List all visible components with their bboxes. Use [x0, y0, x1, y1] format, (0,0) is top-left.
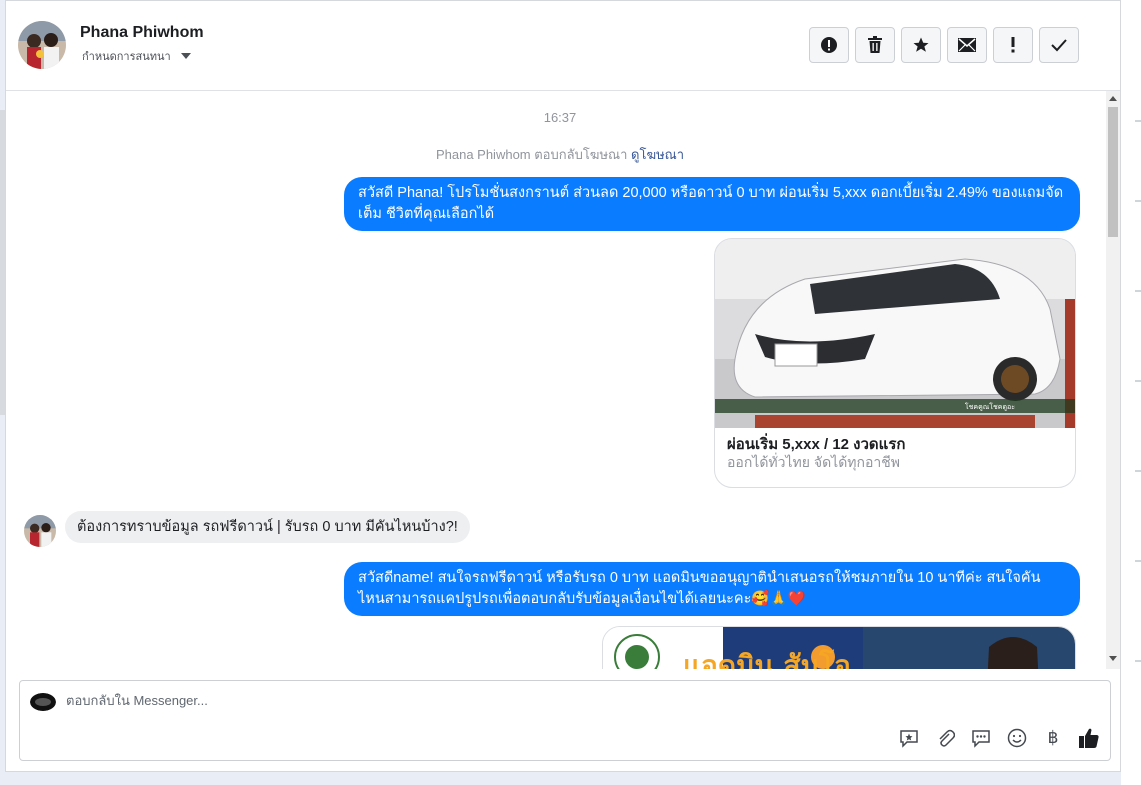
edge-mark: [1135, 120, 1141, 122]
scroll-thumb[interactable]: [1108, 107, 1118, 237]
exclamation-icon: [1011, 37, 1015, 53]
caret-down-icon: [180, 53, 191, 59]
right-edge-strip: [1121, 0, 1141, 785]
contact-name[interactable]: Phana Phiwhom: [80, 24, 204, 42]
mark-unread-button[interactable]: [947, 27, 987, 63]
attach-button[interactable]: [934, 727, 956, 749]
message-thread[interactable]: 16:37 Phana Phiwhom ตอบกลับโฆษณา ดูโฆษณา…: [6, 91, 1120, 669]
reply-input[interactable]: [66, 693, 666, 708]
thumbs-up-icon: [1079, 728, 1099, 748]
edge-mark: [1135, 290, 1141, 292]
ad-reply-note: Phana Phiwhom ตอบกลับโฆษณา ดูโฆษณา: [6, 144, 1114, 165]
message-outgoing-2[interactable]: สวัสดีname! สนใจรถฟรีดาวน์ หรือรับรถ 0 บ…: [344, 562, 1080, 616]
ad-car-image: โชคคูณโชคดูอะ: [715, 239, 1075, 428]
edge-mark: [1135, 660, 1141, 662]
ad-reply-note-text: Phana Phiwhom ตอบกลับโฆษณา: [435, 147, 628, 162]
edge-mark: [1135, 380, 1141, 382]
star-button[interactable]: [901, 27, 941, 63]
delete-button[interactable]: [855, 27, 895, 63]
ad-card-subtitle: ออกได้ทั่วไทย จัดได้ทุกอาชีพ: [727, 454, 901, 470]
ad-banner-text: แอดมิน สัมโอ: [683, 648, 851, 669]
page-avatar: [30, 693, 56, 711]
scroll-down-arrow-icon[interactable]: [1109, 656, 1117, 661]
sticker-reply-icon: [900, 730, 918, 748]
scroll-up-arrow-icon[interactable]: [1109, 96, 1117, 101]
report-icon: [821, 37, 837, 53]
flag-button[interactable]: [993, 27, 1033, 63]
edge-mark: [1135, 200, 1141, 202]
reply-composer: ฿: [19, 680, 1111, 761]
conversation-settings-label: กำหนดการสนทนา: [82, 50, 171, 63]
like-button[interactable]: [1078, 727, 1100, 749]
baht-icon: ฿: [1047, 728, 1059, 748]
ad-banner-image[interactable]: แอดมิน สัมโอ: [602, 626, 1076, 669]
saved-replies-button[interactable]: [970, 727, 992, 749]
thread-scrollbar[interactable]: [1106, 91, 1120, 669]
ad-card[interactable]: โชคคูณโชคดูอะ ผ่อนเริ่ม 5,xxx / 12 งวดแร…: [714, 238, 1076, 488]
edge-mark: [1135, 560, 1141, 562]
view-ad-link[interactable]: ดูโฆษณา: [631, 147, 684, 162]
checkmark-icon: [1051, 39, 1067, 52]
conversation-toolbar: [809, 27, 1079, 63]
saved-reply-icon: [972, 730, 990, 748]
trash-icon: [868, 36, 882, 53]
edge-mark: [1135, 470, 1141, 472]
star-icon: [913, 37, 929, 52]
conversation-panel: Phana Phiwhom กำหนดการสนทนา 16:37 Phana …: [5, 0, 1121, 772]
timestamp: 16:37: [543, 110, 577, 125]
message-outgoing-1[interactable]: สวัสดี Phana! โปรโมชั่นสงกรานต์ ส่วนลด 2…: [344, 177, 1080, 231]
sticker-reply-button[interactable]: [898, 727, 920, 749]
message-incoming-1[interactable]: ต้องการทราบข้อมูล รถฟรีดาวน์ | รับรถ 0 บ…: [65, 511, 470, 543]
ad-image-caption: โชคคูณโชคดูอะ: [965, 402, 1015, 411]
emoji-icon: [1007, 728, 1027, 748]
envelope-icon: [958, 38, 976, 52]
attach-icon: [939, 729, 955, 747]
incoming-avatar[interactable]: [24, 515, 56, 547]
report-spam-button[interactable]: [809, 27, 849, 63]
contact-avatar[interactable]: [18, 21, 66, 69]
mark-done-button[interactable]: [1039, 27, 1079, 63]
emoji-button[interactable]: [1006, 727, 1028, 749]
conversation-header: Phana Phiwhom กำหนดการสนทนา: [6, 1, 1120, 91]
conversation-settings-dropdown[interactable]: กำหนดการสนทนา: [82, 47, 191, 65]
composer-actions: ฿: [898, 727, 1100, 749]
payment-button[interactable]: ฿: [1042, 727, 1064, 749]
